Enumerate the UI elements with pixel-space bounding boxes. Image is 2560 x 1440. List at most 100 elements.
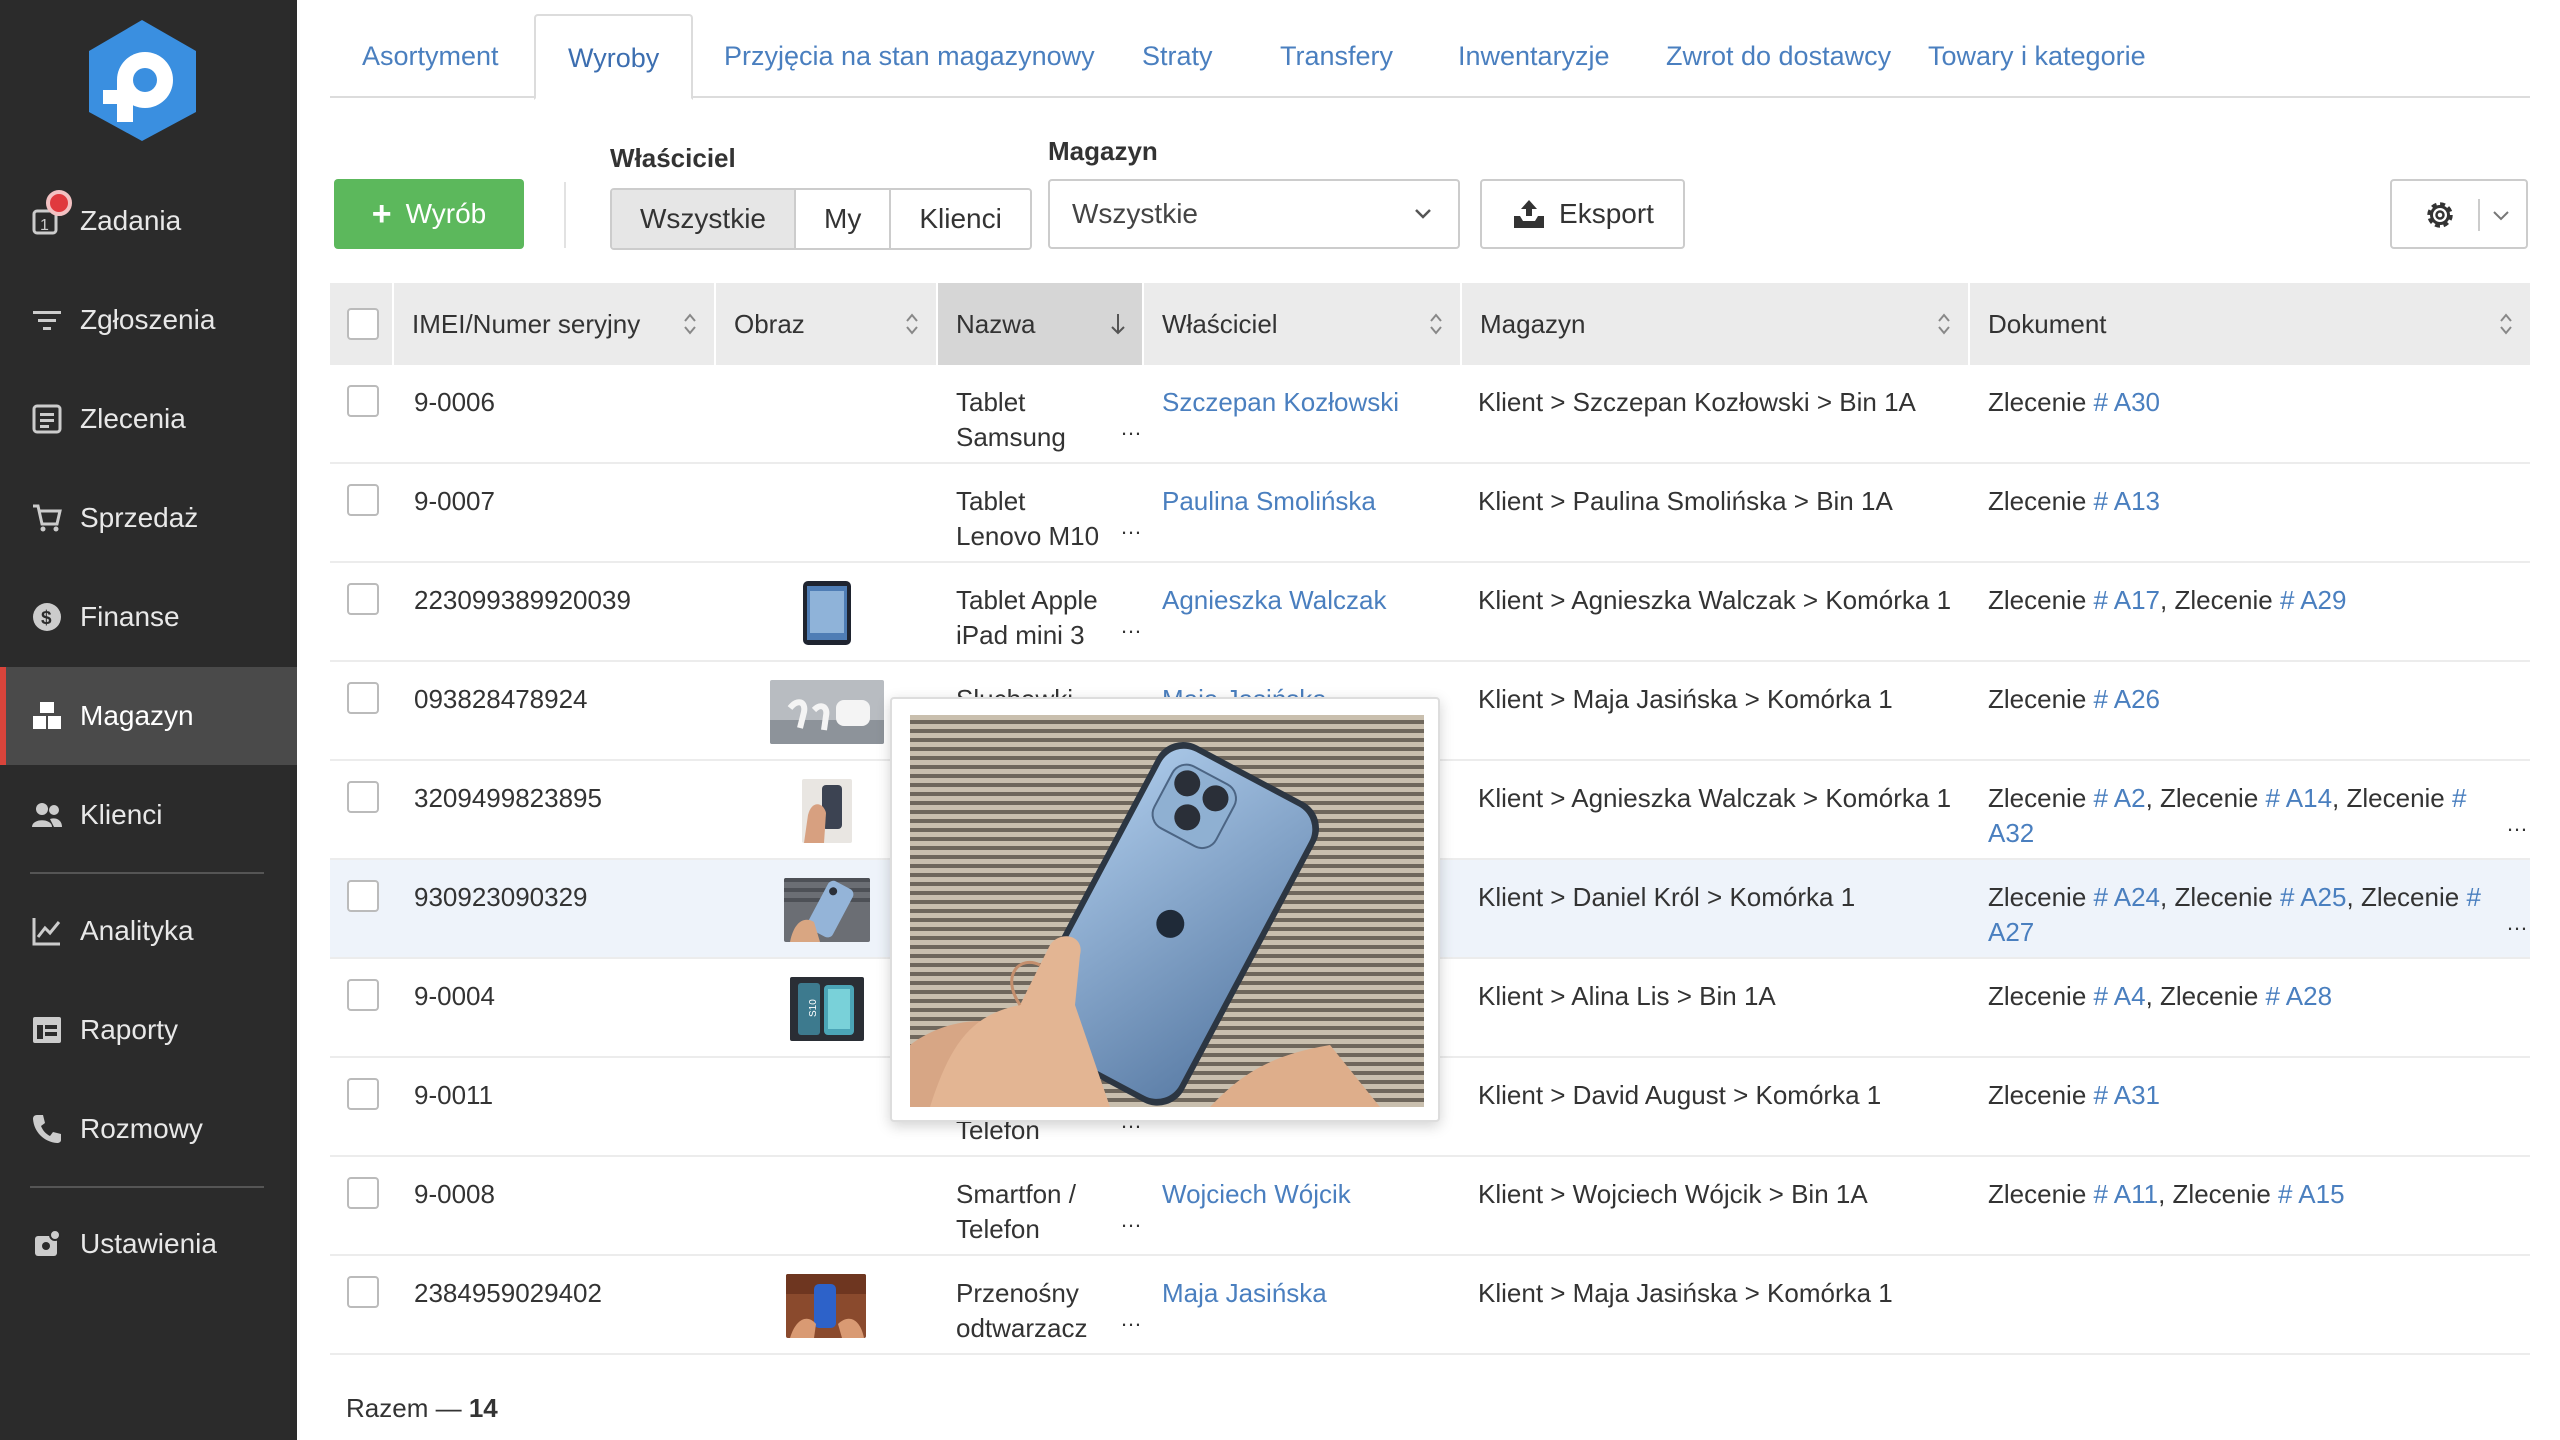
nav-label: Zgłoszenia (80, 304, 216, 335)
product-thumbnail[interactable] (784, 877, 870, 942)
cell-owner-link[interactable]: Szczepan Kozłowski (1162, 385, 1399, 420)
header-owner-label: Właściciel (1162, 309, 1278, 339)
more-ellipsis[interactable]: … (1120, 514, 1142, 540)
owner-option-all[interactable]: Wszystkie (612, 190, 796, 248)
row-checkbox[interactable] (347, 385, 379, 417)
more-ellipsis[interactable]: … (1120, 1207, 1142, 1233)
add-product-button[interactable]: + Wyrób (334, 179, 524, 249)
gear-icon (2427, 202, 2453, 228)
cell-owner-link[interactable]: Wojciech Wójcik (1162, 1177, 1351, 1212)
export-button[interactable]: Eksport (1480, 179, 1685, 249)
document-link[interactable]: # A15 (2278, 1179, 2345, 1209)
nav-item-sprzedaz[interactable]: Sprzedaż (0, 469, 297, 567)
document-link[interactable]: # A25 (2280, 882, 2347, 912)
table-row[interactable]: 223099389920039 Tablet Apple iPad mini 3 … A… (330, 563, 2530, 662)
row-checkbox[interactable] (347, 1276, 379, 1308)
document-link[interactable]: # A24 (2094, 882, 2161, 912)
product-thumbnail[interactable] (770, 679, 884, 744)
row-checkbox[interactable] (347, 880, 379, 912)
table-settings-button[interactable] (2390, 179, 2528, 249)
row-checkbox[interactable] (347, 484, 379, 516)
table-row[interactable]: 9-0006 Tablet Samsung … Szczepan Kozłowski Kl… (330, 365, 2530, 464)
nav-item-magazyn[interactable]: Magazyn (0, 667, 297, 765)
cell-warehouse: Klient > Agnieszka Walczak > Komórka 1 (1478, 585, 1952, 615)
select-all-checkbox[interactable] (347, 308, 379, 340)
row-checkbox[interactable] (347, 682, 379, 714)
nav-item-finanse[interactable]: $ Finanse (0, 568, 297, 666)
more-ellipsis[interactable]: … (1120, 1306, 1142, 1332)
document-link[interactable]: # A30 (2094, 387, 2161, 417)
document-link[interactable]: # A17 (2094, 585, 2161, 615)
owner-option-clients[interactable]: Klienci (891, 190, 1030, 248)
row-checkbox[interactable] (347, 1177, 379, 1209)
document-link[interactable]: # A2 (2094, 783, 2146, 813)
cell-owner-link[interactable]: Paulina Smolińska (1162, 484, 1376, 519)
tab-towary-i-kategorie[interactable]: Towary i kategorie (1896, 14, 2178, 98)
header-name[interactable]: Nazwa (938, 283, 1144, 365)
cell-serial: 3209499823895 (414, 783, 602, 813)
product-thumbnail[interactable]: S10 (790, 976, 864, 1041)
document-prefix: Zlecenie (2160, 981, 2266, 1011)
tab-asortyment[interactable]: Asortyment (330, 14, 531, 98)
cell-serial: 9-0006 (414, 387, 495, 417)
more-ellipsis[interactable]: … (2506, 811, 2528, 837)
tab-wyroby[interactable]: Wyroby (534, 14, 694, 100)
document-link[interactable]: # A14 (2266, 783, 2333, 813)
more-ellipsis[interactable]: … (1120, 415, 1142, 441)
nav-item-zadania[interactable]: 1 Zadania (0, 172, 297, 270)
header-serial[interactable]: IMEI/Numer seryjny (394, 283, 716, 365)
app-logo-icon[interactable] (85, 18, 200, 143)
document-link[interactable]: # A4 (2094, 981, 2146, 1011)
nav-item-ustawienia[interactable]: Ustawienia (0, 1195, 297, 1293)
more-ellipsis[interactable]: … (1120, 613, 1142, 639)
warehouse-select[interactable]: Wszystkie (1048, 179, 1460, 249)
nav-item-zgloszenia[interactable]: Zgłoszenia (0, 271, 297, 369)
document-link[interactable]: # A28 (2266, 981, 2333, 1011)
row-checkbox[interactable] (347, 583, 379, 615)
document-link[interactable]: # A31 (2094, 1080, 2161, 1110)
header-owner[interactable]: Właściciel (1144, 283, 1462, 365)
document-prefix: Zlecenie (2346, 783, 2452, 813)
warehouse-select-value: Wszystkie (1072, 198, 1198, 229)
owner-option-us[interactable]: My (796, 190, 892, 248)
table-row[interactable]: 9-0007 Tablet Lenovo M10 … Paulina Smolińska… (330, 464, 2530, 563)
nav-label: Magazyn (80, 700, 194, 731)
nav-label: Zlecenia (80, 403, 186, 434)
chart-icon (30, 914, 64, 948)
row-checkbox[interactable] (347, 979, 379, 1011)
table-row[interactable]: 9-0008 Smartfon / Telefon … Wojciech Wójcik K… (330, 1157, 2530, 1256)
document-link[interactable]: # A26 (2094, 684, 2161, 714)
product-thumbnail[interactable] (802, 778, 852, 843)
header-image[interactable]: Obraz (716, 283, 938, 365)
nav-item-analityka[interactable]: Analityka (0, 882, 297, 980)
header-document[interactable]: Dokument (1970, 283, 2530, 365)
product-thumbnail[interactable] (786, 1273, 866, 1338)
more-ellipsis[interactable]: … (2506, 910, 2528, 936)
product-thumbnail[interactable] (800, 580, 854, 645)
row-checkbox[interactable] (347, 1078, 379, 1110)
document-link[interactable]: # A11 (2094, 1179, 2159, 1209)
tab-transfery[interactable]: Transfery (1248, 14, 1425, 98)
tab-straty[interactable]: Straty (1110, 14, 1245, 98)
table-row[interactable]: 2384959029402 Przenośny odtwarzacz … Maja Ja… (330, 1256, 2530, 1355)
document-link[interactable]: # A13 (2094, 486, 2161, 516)
cell-owner-link[interactable]: Maja Jasińska (1162, 1276, 1327, 1311)
nav-item-rozmowy[interactable]: Rozmowy (0, 1080, 297, 1178)
nav-item-klienci[interactable]: Klienci (0, 766, 297, 864)
header-select-cell (330, 283, 394, 365)
nav-item-raporty[interactable]: Raporty (0, 981, 297, 1079)
export-label: Eksport (1559, 198, 1654, 229)
tab-przyjecia[interactable]: Przyjęcia na stan magazynowy (692, 14, 1127, 98)
document-link[interactable]: # A29 (2280, 585, 2347, 615)
nav-item-zlecenia[interactable]: Zlecenia (0, 370, 297, 468)
tab-zwrot-do-dostawcy[interactable]: Zwrot do dostawcy (1634, 14, 1923, 98)
tab-inwentaryzje[interactable]: Inwentaryzje (1426, 14, 1642, 98)
cell-name: Przenośny odtwarzacz (956, 1278, 1088, 1343)
tab-bar: Asortyment Wyroby Przyjęcia na stan maga… (330, 14, 2530, 100)
cell-owner-link[interactable]: Agnieszka Walczak (1162, 583, 1386, 618)
header-warehouse[interactable]: Magazyn (1462, 283, 1970, 365)
row-checkbox[interactable] (347, 781, 379, 813)
export-icon (1514, 200, 1545, 228)
nav-label: Sprzedaż (80, 502, 199, 533)
chevron-down-icon[interactable] (2492, 207, 2510, 225)
